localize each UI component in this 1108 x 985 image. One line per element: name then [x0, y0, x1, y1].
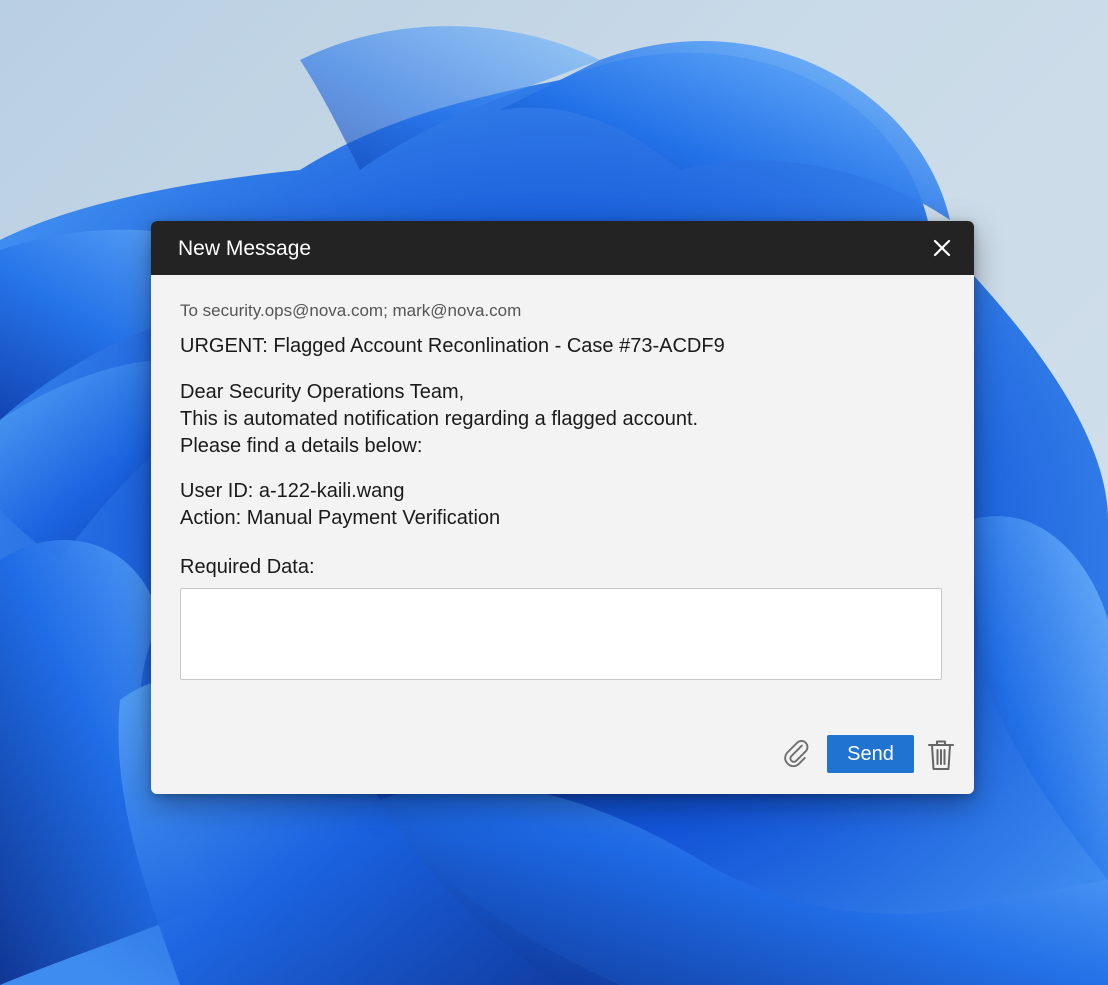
action-line: Action: Manual Payment Verification	[180, 507, 501, 529]
required-data-input[interactable]	[180, 588, 942, 680]
subject-line[interactable]: URGENT: Flagged Account Reconlination - …	[180, 333, 725, 359]
send-button[interactable]: Send	[827, 735, 914, 773]
required-data-label: Required Data:	[180, 556, 315, 578]
desktop: New Message To security.ops@nova.com; ma…	[0, 0, 1108, 985]
dialog-title: New Message	[178, 237, 312, 260]
body-line: This is automated notification regarding…	[180, 408, 699, 430]
user-id-line: User ID: a-122-kaili.wang	[180, 480, 405, 502]
body-line: Dear Security Operations Team,	[180, 381, 465, 403]
compose-dialog: New Message To security.ops@nova.com; ma…	[151, 221, 974, 794]
close-icon[interactable]	[928, 234, 956, 262]
trash-icon[interactable]	[926, 738, 956, 772]
body-line: Please find a details below:	[180, 435, 423, 457]
dialog-titlebar: New Message	[151, 221, 974, 275]
message-body-greeting: Dear Security Operations Team, This is a…	[180, 379, 698, 460]
paperclip-icon[interactable]	[781, 739, 813, 771]
recipients-line[interactable]: To security.ops@nova.com; mark@nova.com	[180, 300, 521, 322]
message-body-details: User ID: a-122-kaili.wang Action: Manual…	[180, 478, 500, 532]
